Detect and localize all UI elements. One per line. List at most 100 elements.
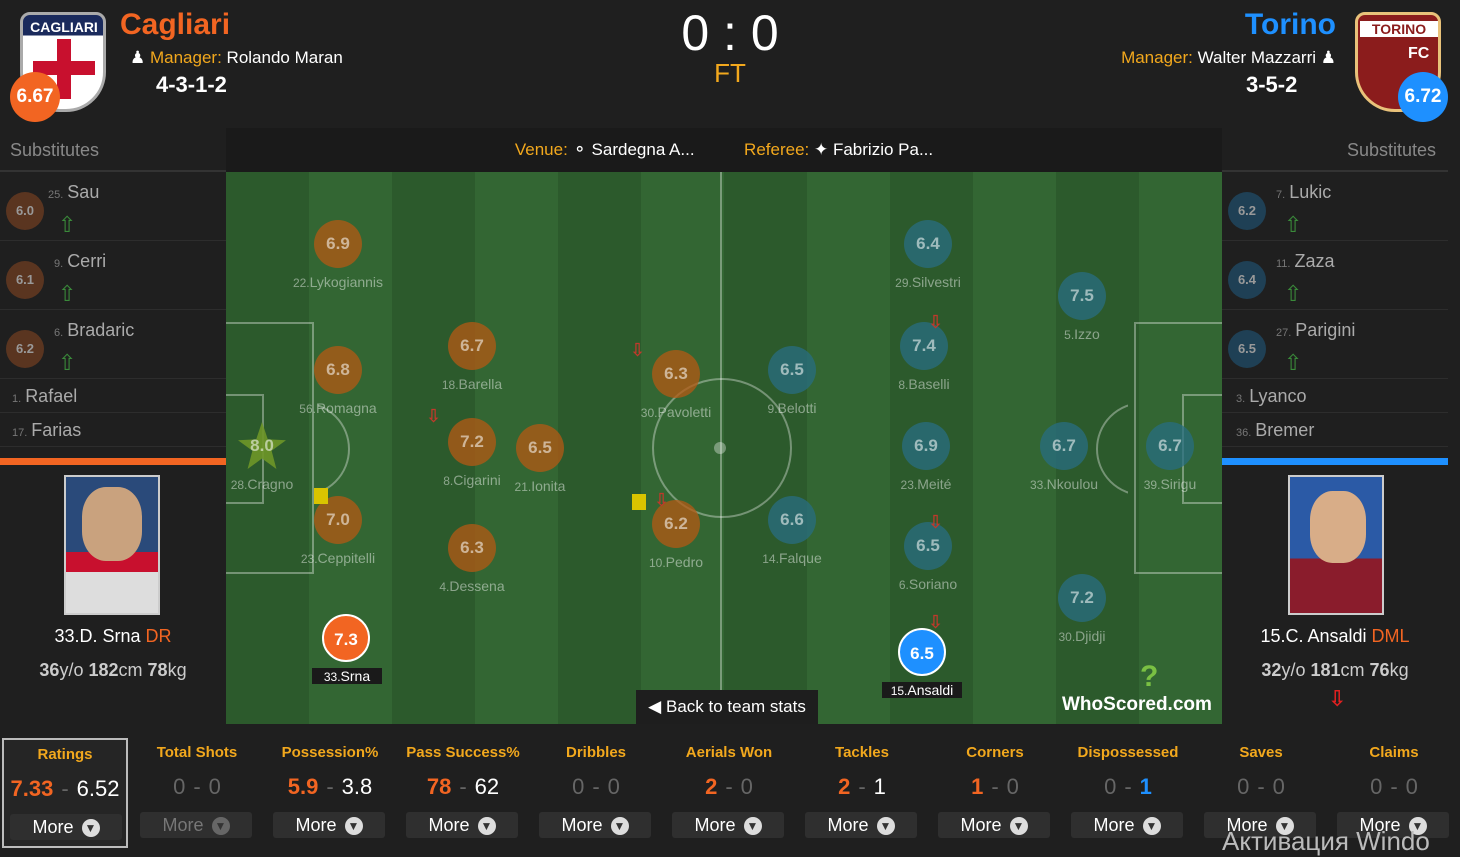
chevron-down-icon: ▼	[610, 817, 629, 835]
stat-tab-aerials-won[interactable]: Aerials Won 2-0 More ▼	[666, 738, 792, 848]
sub-player-row[interactable]: 6.5 27. Parigini ⇧	[1222, 310, 1448, 379]
away-color-bar	[1222, 458, 1448, 465]
sub-out-arrow-icon: ⇩	[928, 512, 944, 532]
player-srna[interactable]: 7.3 33.Srna	[286, 614, 406, 694]
player-label: 56.Romagna	[299, 400, 377, 416]
player-ionita[interactable]: 6.5 21.Ionita	[480, 424, 600, 504]
player-label: 30.Pavoletti	[640, 404, 712, 420]
sub-name: 25. Sau	[48, 182, 100, 202]
rating-badge: 6.5	[898, 628, 946, 676]
bench-player-row[interactable]: 36. Bremer	[1222, 413, 1448, 447]
stat-title: Ratings	[37, 746, 93, 763]
player-belotti[interactable]: 6.5 9.Belotti	[732, 346, 852, 426]
sub-in-arrow-icon: ⇧	[58, 212, 77, 237]
player-romagna[interactable]: 6.8 56.Romagna	[278, 346, 398, 426]
stat-tab-tackles[interactable]: Tackles 2-1 More ▼	[799, 738, 925, 848]
stat-title: Tackles	[835, 744, 889, 761]
more-button[interactable]: More ▼	[10, 814, 122, 840]
stat-values: 0-1	[1104, 774, 1152, 799]
stat-title: Possession%	[281, 744, 379, 761]
stat-title: Corners	[966, 744, 1024, 761]
player-baselli[interactable]: 7.4 8.Baselli	[864, 322, 984, 402]
home-manager: ♟ Manager: Rolando Maran	[130, 48, 343, 68]
sub-rating: 6.5	[1228, 330, 1266, 368]
sub-name: 7. Lukic	[1276, 182, 1332, 202]
player-label: 28.Cragno	[230, 476, 294, 492]
player-dessena[interactable]: 6.3 4.Dessena	[412, 524, 532, 604]
player-label: 5.Izzo	[1064, 326, 1100, 342]
more-button[interactable]: More ▼	[539, 812, 651, 838]
back-to-team-stats-button[interactable]: ◀ Back to team stats	[636, 690, 818, 724]
stat-tab-pass-success[interactable]: Pass Success% 78-62 More ▼	[400, 738, 526, 848]
stat-title: Saves	[1239, 744, 1283, 761]
sub-player-row[interactable]: 6.1 9. Cerri ⇧	[0, 241, 226, 310]
rating-badge: 6.7	[448, 322, 496, 370]
stat-values: 7.33-6.52	[10, 776, 120, 801]
sub-rating: 6.2	[1228, 192, 1266, 230]
crest-text: CAGLIARI	[30, 19, 98, 35]
manager-name: Walter Mazzarri	[1197, 48, 1317, 67]
more-button[interactable]: More ▼	[273, 812, 385, 838]
player-label: 29.Silvestri	[895, 274, 961, 290]
player-label: 14.Falque	[762, 550, 822, 566]
player-nkoulou[interactable]: 6.7 33.Nkoulou	[1004, 422, 1124, 502]
player-pedro[interactable]: 6.2 10.Pedro	[616, 500, 736, 580]
player-ceppitelli[interactable]: 7.0 23.Ceppitelli	[278, 496, 398, 576]
rating-badge: 7.2	[1058, 574, 1106, 622]
away-player-photo[interactable]	[1288, 475, 1384, 615]
stat-tab-ratings[interactable]: Ratings 7.33-6.52 More ▼	[2, 738, 128, 848]
sub-name: 11. Zaza	[1276, 251, 1335, 271]
sub-player-row[interactable]: 6.2 7. Lukic ⇧	[1222, 172, 1448, 241]
bench-player-row[interactable]: 1. Rafael	[0, 379, 226, 413]
player-soriano[interactable]: 6.5 6.Soriano	[868, 522, 988, 602]
chevron-down-icon: ▼	[344, 817, 363, 835]
player-label: 6.Soriano	[898, 576, 958, 592]
sub-in-arrow-icon: ⇧	[58, 350, 77, 375]
stat-tab-corners[interactable]: Corners 1-0 More ▼	[932, 738, 1058, 848]
sub-out-arrow-icon: ⇩	[630, 340, 646, 360]
player-ansaldi[interactable]: 6.5 15.Ansaldi	[862, 628, 982, 708]
sub-in-arrow-icon: ⇧	[58, 281, 77, 306]
stat-tab-total-shots[interactable]: Total Shots 0-0 More ▼	[134, 738, 260, 848]
away-team-name[interactable]: Torino	[1245, 8, 1336, 42]
player-pavoletti[interactable]: 6.3 30.Pavoletti	[616, 350, 736, 430]
more-button[interactable]: More ▼	[672, 812, 784, 838]
crest-text: TORINO	[1360, 21, 1438, 37]
more-button[interactable]: More ▼	[805, 812, 917, 838]
away-player-name: 15.C. Ansaldi DML	[1260, 626, 1410, 646]
sub-name: 6. Bradaric	[54, 320, 135, 340]
sub-player-row[interactable]: 6.4 11. Zaza ⇧	[1222, 241, 1448, 310]
stat-tab-dispossessed[interactable]: Dispossessed 0-1 More ▼	[1065, 738, 1191, 848]
rating-badge: 6.6	[768, 496, 816, 544]
more-button[interactable]: More ▼	[938, 812, 1050, 838]
more-button[interactable]: More ▼	[406, 812, 518, 838]
player-label: 22.Lykogiannis	[292, 274, 384, 290]
stat-values: 0-0	[1237, 774, 1285, 799]
player-meite[interactable]: 6.9 23.Meité	[866, 422, 986, 502]
bench-player-row[interactable]: 3. Lyanco	[1222, 379, 1448, 413]
home-team-name[interactable]: Cagliari	[120, 8, 230, 42]
home-player-photo[interactable]	[64, 475, 160, 615]
player-silvestri[interactable]: 6.4 29.Silvestri	[868, 220, 988, 300]
player-label: 21.Ionita	[514, 478, 566, 494]
more-button[interactable]: More ▼	[1071, 812, 1183, 838]
player-djidji[interactable]: 7.2 30.Djidji	[1022, 574, 1142, 654]
face-shape	[1310, 491, 1366, 563]
stat-tab-dribbles[interactable]: Dribbles 0-0 More ▼	[533, 738, 659, 848]
more-button[interactable]: More ▼	[140, 812, 252, 838]
player-lykogiannis[interactable]: 6.9 22.Lykogiannis	[278, 220, 398, 300]
player-falque[interactable]: 6.6 14.Falque	[732, 496, 852, 576]
stat-tab-possession[interactable]: Possession% 5.9-3.8 More ▼	[267, 738, 393, 848]
player-sirigu[interactable]: 6.7 39.Sirigu	[1110, 422, 1222, 502]
whoscored-logo[interactable]: ? WhoScored.com	[1062, 660, 1212, 715]
windows-activation-watermark: Активация Windo	[1222, 826, 1430, 856]
bench-player-row[interactable]: 17. Farias	[0, 413, 226, 447]
player-barella[interactable]: 6.7 18.Barella	[412, 322, 532, 402]
person-icon: ♟	[1320, 48, 1336, 67]
away-team-rating: 6.72	[1398, 72, 1448, 122]
sub-player-row[interactable]: 6.0 25. Sau ⇧	[0, 172, 226, 241]
player-cragno[interactable]: 8.0 28.Cragno	[226, 422, 322, 502]
sub-player-row[interactable]: 6.2 6. Bradaric ⇧	[0, 310, 226, 379]
player-izzo[interactable]: 7.5 5.Izzo	[1022, 272, 1142, 352]
sub-out-arrow-icon: ⇩	[928, 312, 944, 332]
